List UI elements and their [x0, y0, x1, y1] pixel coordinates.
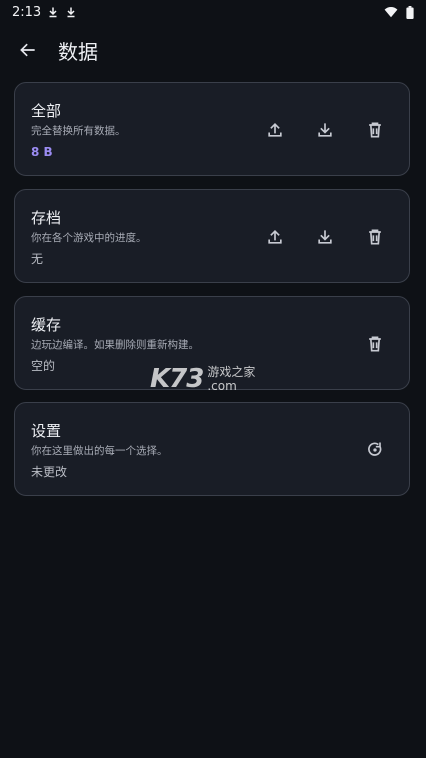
- download-icon: [318, 230, 332, 244]
- trash-icon: [369, 229, 381, 245]
- watermark-name: 游戏之家: [207, 365, 256, 379]
- status-time: 2:13: [12, 4, 42, 20]
- upload-icon: [268, 122, 282, 137]
- card-title: 存档: [31, 209, 62, 227]
- card-saves-actions: [257, 222, 393, 252]
- card-title: 全部: [31, 102, 62, 120]
- card-settings: 设置 你在这里做出的每一个选择。 未更改: [14, 402, 410, 496]
- watermark-side: 游戏之家 .com: [207, 365, 255, 393]
- import-saves-button[interactable]: [307, 222, 343, 252]
- card-settings-text: 设置 你在这里做出的每一个选择。 未更改: [31, 421, 168, 480]
- card-description: 你在这里做出的每一个选择。: [31, 445, 168, 457]
- card-saves: 存档 你在各个游戏中的进度。 无: [14, 189, 410, 283]
- watermark-brand: K73: [150, 364, 204, 394]
- card-description: 你在各个游戏中的进度。: [31, 232, 147, 244]
- download-notification-icon: [49, 7, 57, 18]
- card-all-actions: [257, 115, 393, 145]
- status-left: 2:13: [12, 5, 77, 20]
- card-value: 8 B: [31, 145, 53, 159]
- card-settings-actions: [357, 435, 393, 465]
- reset-settings-button[interactable]: [357, 435, 393, 465]
- trash-icon: [369, 336, 381, 352]
- card-all-text: 全部 完全替换所有数据。 8 B: [31, 101, 126, 160]
- card-title: 设置: [31, 422, 62, 440]
- delete-all-button[interactable]: [357, 115, 393, 145]
- trash-icon: [369, 122, 381, 138]
- watermark-domain: .com: [207, 379, 237, 393]
- battery-icon: [406, 5, 414, 19]
- page-title: 数据: [58, 39, 98, 64]
- card-description: 边玩边编译。如果删除则重新构建。: [31, 339, 199, 351]
- back-button[interactable]: [6, 28, 50, 72]
- export-all-button[interactable]: [257, 115, 293, 145]
- delete-saves-button[interactable]: [357, 222, 393, 252]
- upload-icon: [268, 229, 282, 244]
- export-saves-button[interactable]: [257, 222, 293, 252]
- card-saves-text: 存档 你在各个游戏中的进度。 无: [31, 208, 147, 267]
- app-bar: 数据: [0, 28, 426, 72]
- wifi-icon: [384, 7, 398, 18]
- arrow-left-icon: [20, 43, 35, 57]
- card-description: 完全替换所有数据。: [31, 125, 126, 137]
- card-all: 全部 完全替换所有数据。 8 B: [14, 82, 410, 176]
- card-value: 无: [31, 252, 44, 266]
- status-right: [384, 5, 414, 19]
- download-notification-icon: [67, 7, 75, 18]
- download-icon: [318, 123, 332, 137]
- import-all-button[interactable]: [307, 115, 343, 145]
- delete-cache-button[interactable]: [357, 329, 393, 359]
- card-value: 未更改: [31, 465, 68, 479]
- card-cache-actions: [357, 329, 393, 359]
- watermark-logo: K73 游戏之家 .com: [150, 362, 280, 396]
- reset-icon: [368, 442, 382, 456]
- status-bar: 2:13: [0, 0, 426, 24]
- card-title: 缓存: [31, 316, 62, 334]
